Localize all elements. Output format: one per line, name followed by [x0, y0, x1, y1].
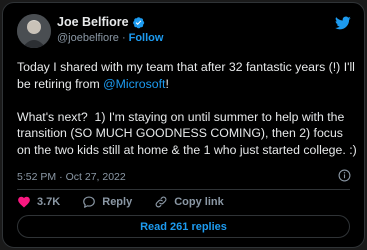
meta-separator: ·: [59, 171, 63, 183]
author-handle[interactable]: @joebelfiore: [57, 32, 119, 44]
action-bar: 3.7K Reply Copy link: [17, 195, 246, 209]
tweet-text-para2: What's next? 1) I'm staying on until sum…: [17, 109, 357, 157]
divider: [17, 189, 350, 190]
tweet-date: Oct 27, 2022: [65, 171, 126, 183]
author-name-row: Joe Belfiore: [57, 15, 145, 29]
like-count: 3.7K: [37, 196, 61, 208]
follow-button[interactable]: Follow: [129, 32, 164, 44]
like-button[interactable]: 3.7K: [17, 195, 60, 209]
tweet-text-line1-end: !: [165, 76, 169, 91]
info-icon[interactable]: [338, 169, 351, 182]
mention-link[interactable]: @Microsoft: [103, 77, 165, 91]
reply-button[interactable]: Reply: [82, 195, 132, 209]
reply-icon: [83, 196, 96, 208]
read-replies-button[interactable]: Read 261 replies: [17, 215, 350, 238]
handle-row: @joebelfiore · Follow: [57, 32, 163, 44]
tweet-text-line1: Today I shared with my team that after 3…: [17, 60, 359, 91]
heart-icon: [18, 196, 30, 208]
reply-label: Reply: [102, 196, 133, 208]
verified-badge-icon: [132, 16, 144, 28]
author-name[interactable]: Joe Belfiore: [57, 15, 129, 29]
avatar[interactable]: [17, 14, 51, 48]
tweet-timestamp[interactable]: 5:52 PM · Oct 27, 2022: [17, 171, 126, 183]
tweet-text: Today I shared with my team that after 3…: [17, 59, 357, 158]
link-icon: [155, 196, 167, 208]
handle-separator: ·: [121, 32, 126, 44]
copy-link-button[interactable]: Copy link: [154, 195, 224, 209]
tweet-time: 5:52 PM: [17, 171, 57, 183]
copy-link-label: Copy link: [174, 196, 224, 208]
tweet-card: Joe Belfiore @joebelfiore · Follow Today…: [2, 2, 365, 248]
twitter-bird-icon[interactable]: [334, 15, 352, 31]
